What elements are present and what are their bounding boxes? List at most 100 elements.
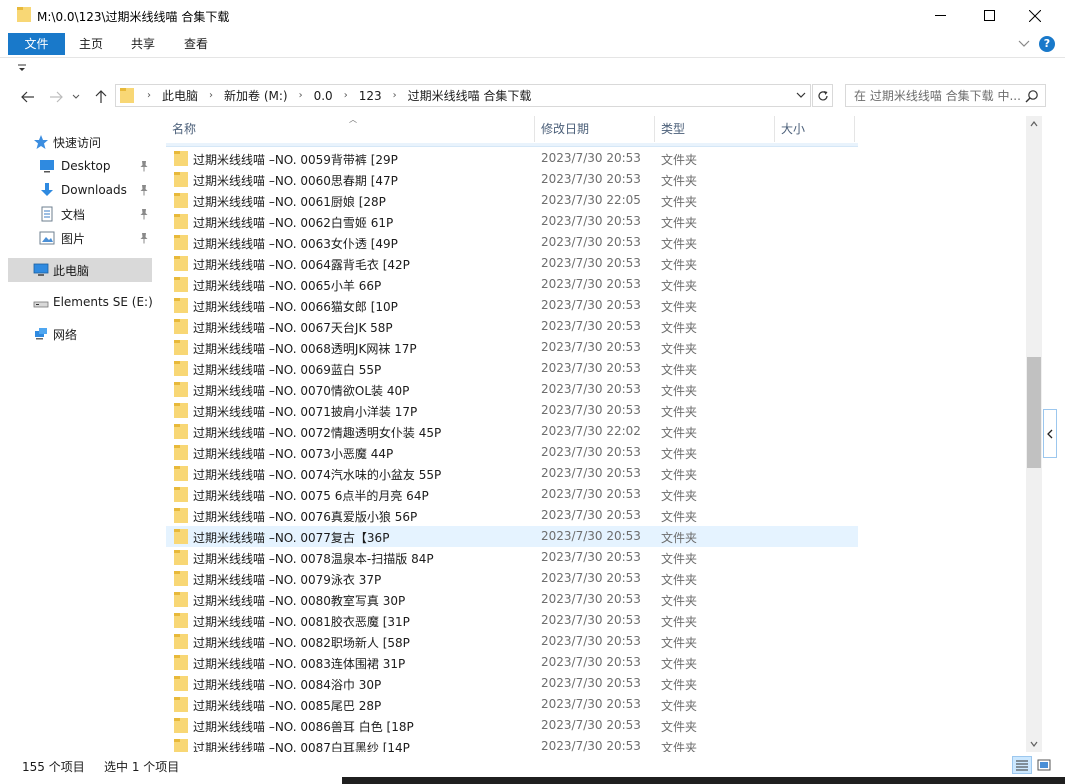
- nav-item-this-pc[interactable]: 此电脑: [8, 258, 152, 282]
- table-row[interactable]: 过期米线线喵 –NO. 0087白耳黑纱 [14P 2023/7/30 20:53…: [166, 736, 858, 752]
- search-box[interactable]: [845, 84, 1046, 107]
- file-date: 2023/7/30 20:53: [541, 550, 641, 564]
- search-icon[interactable]: [1025, 89, 1039, 103]
- file-type: 文件夹: [661, 258, 698, 272]
- back-button[interactable]: [18, 88, 38, 106]
- tab-file[interactable]: 文件: [8, 33, 65, 55]
- up-arrow-icon: [95, 90, 107, 103]
- column-header-name[interactable]: 名称: [166, 116, 535, 142]
- folder-icon: [120, 88, 134, 103]
- tab-view[interactable]: 查看: [169, 33, 223, 55]
- table-row[interactable]: 过期米线线喵 –NO. 0078温泉本-扫描版 84P 2023/7/30 20:…: [166, 547, 858, 568]
- column-header-size[interactable]: 大小: [775, 116, 855, 142]
- nav-item-documents[interactable]: 文档: [8, 202, 152, 226]
- table-row[interactable]: 过期米线线喵 –NO. 0072情趣透明女仆装 45P 2023/7/30 22:…: [166, 421, 858, 442]
- table-row[interactable]: 过期米线线喵 –NO. 0073小恶魔 44P 2023/7/30 20:53 文件…: [166, 442, 858, 463]
- file-type: 文件夹: [661, 426, 698, 440]
- large-icons-view-button[interactable]: [1034, 756, 1054, 774]
- tab-home[interactable]: 主页: [65, 33, 117, 55]
- breadcrumb-separator-icon[interactable]: ›: [386, 90, 404, 101]
- file-date: 2023/7/30 22:02: [541, 424, 641, 438]
- table-row[interactable]: 过期米线线喵 –NO. 0079泳衣 37P 2023/7/30 20:53 文件夹: [166, 568, 858, 589]
- table-row[interactable]: 过期米线线喵 –NO. 0084浴巾 30P 2023/7/30 20:53 文件夹: [166, 673, 858, 694]
- breadcrumb-folder-123[interactable]: 123: [355, 89, 386, 103]
- chevron-down-icon[interactable]: [796, 90, 806, 100]
- forward-button[interactable]: [46, 88, 66, 106]
- table-row[interactable]: 过期米线线喵 –NO. 0085尾巴 28P 2023/7/30 20:53 文件夹: [166, 694, 858, 715]
- file-name: 过期米线线喵 –NO. 0059背带裤 [29P: [193, 153, 398, 167]
- scroll-up-icon[interactable]: [1030, 120, 1038, 128]
- star-icon: [34, 135, 48, 149]
- help-button[interactable]: ?: [1039, 36, 1055, 52]
- table-row[interactable]: 过期米线线喵 –NO. 0064露背毛衣 [42P 2023/7/30 20:53…: [166, 253, 858, 274]
- search-input[interactable]: [846, 85, 1024, 106]
- file-name: 过期米线线喵 –NO. 0076真爱版小狼 56P: [193, 510, 418, 524]
- nav-item-downloads[interactable]: Downloads: [8, 178, 152, 202]
- breadcrumb-separator-icon[interactable]: ›: [292, 90, 310, 101]
- column-header-date[interactable]: 修改日期: [535, 116, 655, 142]
- table-row[interactable]: 过期米线线喵 –NO. 0065小羊 66P 2023/7/30 20:53 文件夹: [166, 274, 858, 295]
- table-row[interactable]: 过期米线线喵 –NO. 0062白雪姬 61P 2023/7/30 20:53 文件…: [166, 211, 858, 232]
- breadcrumb-drive[interactable]: 新加卷 (M:): [220, 87, 292, 104]
- scrollbar-thumb[interactable]: [1027, 357, 1041, 468]
- table-row[interactable]: 过期米线线喵 –NO. 0067天台JK 58P 2023/7/30 20:53 文…: [166, 316, 858, 337]
- details-view-icon: [1016, 760, 1028, 771]
- breadcrumb-folder-0-0[interactable]: 0.0: [310, 89, 337, 103]
- table-row[interactable]: 过期米线线喵 –NO. 0070情欲OL装 40P 2023/7/30 20:53…: [166, 379, 858, 400]
- folder-icon: [174, 424, 188, 439]
- address-bar[interactable]: › 此电脑 › 新加卷 (M:) › 0.0 › 123 › 过期米线线喵 合集…: [115, 84, 811, 107]
- table-row[interactable]: 过期米线线喵 –NO. 0060思春期 [47P 2023/7/30 20:53 文…: [166, 169, 858, 190]
- nav-item-network[interactable]: 网络: [8, 322, 152, 346]
- nav-item-pictures[interactable]: 图片: [8, 226, 152, 250]
- table-row[interactable]: 过期米线线喵 –NO. 0061厨娘 [28P 2023/7/30 22:05 文件…: [166, 190, 858, 211]
- table-row[interactable]: 过期米线线喵 –NO. 0081胶衣恶魔 [31P 2023/7/30 20:53…: [166, 610, 858, 631]
- column-header-type[interactable]: 类型: [655, 116, 775, 142]
- close-icon: [1029, 9, 1041, 22]
- breadcrumb-separator-icon[interactable]: ›: [202, 90, 220, 101]
- file-name: 过期米线线喵 –NO. 0068透明JK网袜 17P: [193, 342, 417, 356]
- details-view-button[interactable]: [1012, 756, 1032, 774]
- refresh-button[interactable]: [812, 84, 833, 107]
- nav-item-desktop[interactable]: Desktop: [8, 154, 152, 178]
- table-row[interactable]: 过期米线线喵 –NO. 0076真爱版小狼 56P 2023/7/30 20:53…: [166, 505, 858, 526]
- maximize-button[interactable]: [966, 0, 1012, 31]
- folder-icon: [17, 7, 31, 22]
- table-row[interactable]: 过期米线线喵 –NO. 0059背带裤 [29P 2023/7/30 20:53 文…: [166, 148, 858, 169]
- recent-locations-button[interactable]: [70, 88, 82, 106]
- nav-item-quick-access[interactable]: 快速访问: [8, 130, 152, 154]
- table-row[interactable]: 过期米线线喵 –NO. 0086兽耳 白色 [18P 2023/7/30 20:5…: [166, 715, 858, 736]
- table-row[interactable]: 过期米线线喵 –NO. 0075 6点半的月亮 64P 2023/7/30 20:…: [166, 484, 858, 505]
- table-row[interactable]: 过期米线线喵 –NO. 0082职场新人 [58P 2023/7/30 20:53…: [166, 631, 858, 652]
- document-icon: [41, 206, 53, 222]
- table-row[interactable]: 过期米线线喵 –NO. 0068透明JK网袜 17P 2023/7/30 20:5…: [166, 337, 858, 358]
- table-row[interactable]: 过期米线线喵 –NO. 0083连体围裙 31P 2023/7/30 20:53 文…: [166, 652, 858, 673]
- minimize-button[interactable]: [917, 0, 963, 31]
- table-row[interactable]: 过期米线线喵 –NO. 0063女仆透 [49P 2023/7/30 20:53 文…: [166, 232, 858, 253]
- breadcrumb-this-pc[interactable]: 此电脑: [158, 87, 202, 104]
- forward-arrow-icon: [50, 91, 63, 103]
- table-row[interactable]: 过期米线线喵 –NO. 0077复古【36P 2023/7/30 20:53 文件夹: [166, 526, 858, 547]
- tab-share[interactable]: 共享: [117, 33, 169, 55]
- table-row[interactable]: 过期米线线喵 –NO. 0080教室写真 30P 2023/7/30 20:53 文…: [166, 589, 858, 610]
- customize-toolbar-icon[interactable]: [17, 63, 27, 73]
- file-name: 过期米线线喵 –NO. 0065小羊 66P: [193, 279, 382, 293]
- expand-ribbon-icon[interactable]: [1017, 37, 1031, 51]
- table-row[interactable]: 过期米线线喵 –NO. 0074汽水味的小盆友 55P 2023/7/30 20:…: [166, 463, 858, 484]
- up-button[interactable]: [91, 88, 111, 106]
- file-date: 2023/7/30 20:53: [541, 613, 641, 627]
- table-row[interactable]: 过期米线线喵 –NO. 0069蓝白 55P 2023/7/30 20:53 文件夹: [166, 358, 858, 379]
- breadcrumb-separator-icon[interactable]: ›: [337, 90, 355, 101]
- background-strip: [342, 777, 1065, 784]
- scroll-down-icon[interactable]: [1030, 740, 1038, 748]
- file-name: 过期米线线喵 –NO. 0084浴巾 30P: [193, 678, 382, 692]
- nav-item-elements-drive[interactable]: Elements SE (E:): [8, 290, 153, 314]
- breadcrumb-current-folder[interactable]: 过期米线线喵 合集下载: [404, 87, 536, 104]
- table-row[interactable]: 过期米线线喵 –NO. 0071披肩小洋装 17P 2023/7/30 20:53…: [166, 400, 858, 421]
- table-row-partial[interactable]: [166, 143, 858, 147]
- close-button[interactable]: [1012, 0, 1058, 31]
- vertical-scrollbar[interactable]: [1026, 116, 1042, 752]
- pin-icon: [140, 161, 148, 172]
- preview-pane-toggle[interactable]: [1043, 409, 1057, 458]
- table-row[interactable]: 过期米线线喵 –NO. 0066猫女郎 [10P 2023/7/30 20:53 文…: [166, 295, 858, 316]
- breadcrumb-separator-icon[interactable]: ›: [140, 90, 158, 101]
